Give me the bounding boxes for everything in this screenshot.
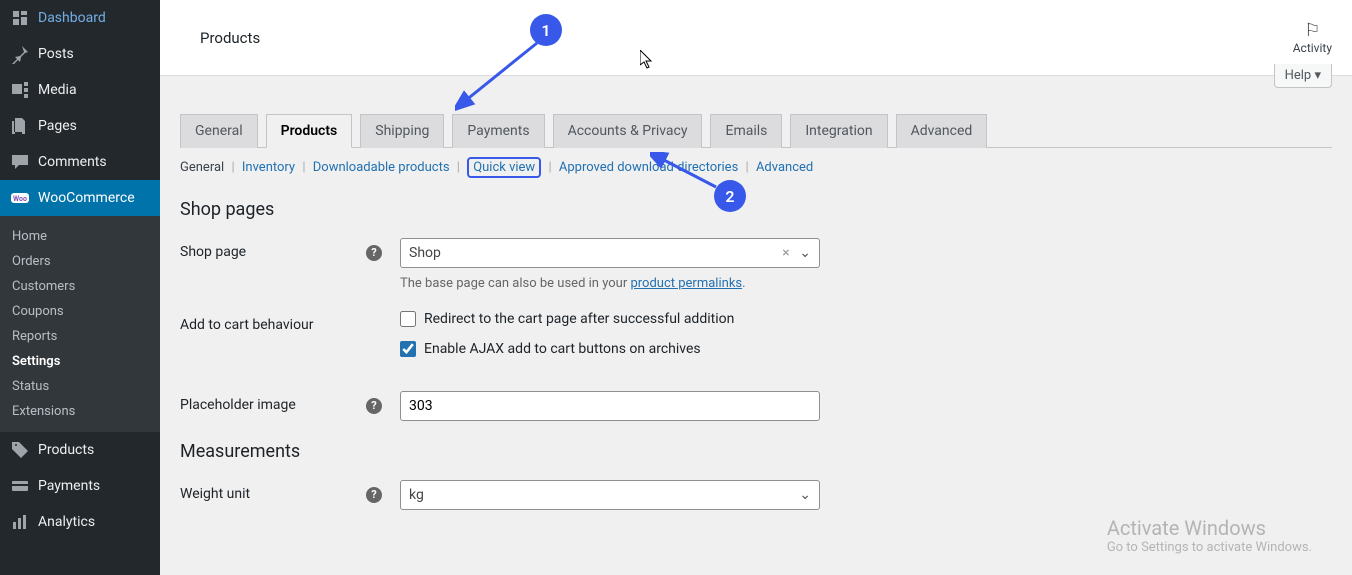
sidebar-sub-reports[interactable]: Reports: [0, 324, 160, 349]
pages-icon: [10, 116, 30, 136]
select-value: kg: [409, 487, 424, 503]
page-title: Products: [200, 29, 260, 47]
tab-products[interactable]: Products: [266, 114, 353, 148]
tab-advanced[interactable]: Advanced: [896, 114, 988, 148]
permalinks-link[interactable]: product permalinks: [630, 276, 742, 291]
chevron-down-icon: ⌄: [799, 487, 811, 503]
select-value: Shop: [409, 245, 441, 261]
sidebar-sub-settings[interactable]: Settings: [0, 349, 160, 374]
sidebar-item-comments[interactable]: Comments: [0, 144, 160, 180]
sidebar-label: WooCommerce: [38, 190, 135, 206]
caret-down-icon: ▾: [1314, 68, 1321, 83]
topbar: Products ⚐ Activity: [160, 0, 1352, 76]
tab-shipping[interactable]: Shipping: [360, 114, 444, 148]
main-content: Products ⚐ Activity Help ▾ General Produ…: [160, 0, 1352, 575]
sidebar-item-posts[interactable]: Posts: [0, 36, 160, 72]
activity-label: Activity: [1293, 41, 1332, 55]
sidebar-label: Dashboard: [38, 10, 106, 26]
sidebar-sub-extensions[interactable]: Extensions: [0, 399, 160, 424]
checkbox-ajax-label[interactable]: Enable AJAX add to cart buttons on archi…: [424, 341, 701, 357]
sidebar-label: Payments: [38, 478, 100, 494]
woo-icon: Woo: [10, 188, 30, 208]
settings-subnav: General | Inventory | Downloadable produ…: [180, 148, 1332, 187]
tab-payments[interactable]: Payments: [452, 114, 544, 148]
help-button[interactable]: Help ▾: [1274, 64, 1332, 88]
admin-sidebar: Dashboard Posts Media Pages Comments Woo…: [0, 0, 160, 575]
help-tip-icon[interactable]: ?: [366, 487, 382, 503]
analytics-icon: [10, 512, 30, 532]
svg-text:Woo: Woo: [13, 195, 27, 203]
sidebar-item-dashboard[interactable]: Dashboard: [0, 0, 160, 36]
section-measurements: Measurements: [180, 441, 1332, 462]
products-icon: [10, 440, 30, 460]
pin-icon: [10, 44, 30, 64]
subnav-advanced[interactable]: Advanced: [756, 160, 813, 175]
flag-icon: ⚐: [1293, 20, 1332, 41]
chevron-down-icon: ⌄: [799, 245, 811, 261]
label-placeholder: Placeholder image ?: [180, 391, 400, 413]
placeholder-image-input[interactable]: [400, 391, 820, 421]
help-tip-icon[interactable]: ?: [366, 398, 382, 414]
clear-icon[interactable]: ×: [782, 245, 789, 261]
subnav-downloadable[interactable]: Downloadable products: [313, 160, 450, 175]
weight-unit-select[interactable]: kg ⌄: [400, 480, 820, 510]
help-tip-icon[interactable]: ?: [366, 245, 382, 261]
sidebar-item-pages[interactable]: Pages: [0, 108, 160, 144]
sidebar-label: Media: [38, 82, 77, 98]
subnav-approved[interactable]: Approved download directories: [559, 160, 738, 175]
tab-integration[interactable]: Integration: [790, 114, 887, 148]
windows-activation-watermark: Activate Windows Go to Settings to activ…: [1107, 516, 1312, 555]
payments-icon: [10, 476, 30, 496]
settings-tabs: General Products Shipping Payments Accou…: [180, 114, 1332, 148]
help-label: Help: [1285, 68, 1312, 83]
activity-button[interactable]: ⚐ Activity: [1293, 20, 1332, 55]
sidebar-sub-home[interactable]: Home: [0, 224, 160, 249]
checkbox-ajax[interactable]: [400, 341, 416, 357]
sidebar-sub-orders[interactable]: Orders: [0, 249, 160, 274]
label-add-to-cart: Add to cart behaviour: [180, 311, 400, 333]
shop-page-desc: The base page can also be used in your p…: [400, 276, 820, 291]
subnav-general[interactable]: General: [180, 160, 224, 175]
sidebar-sub-customers[interactable]: Customers: [0, 274, 160, 299]
sidebar-label: Products: [38, 442, 94, 458]
tab-emails[interactable]: Emails: [710, 114, 782, 148]
sidebar-sub-coupons[interactable]: Coupons: [0, 299, 160, 324]
subnav-quickview[interactable]: Quick view: [467, 157, 541, 178]
sidebar-item-products[interactable]: Products: [0, 432, 160, 468]
checkbox-redirect[interactable]: [400, 311, 416, 327]
sidebar-item-woocommerce[interactable]: Woo WooCommerce: [0, 180, 160, 216]
dashboard-icon: [10, 8, 30, 28]
sidebar-item-analytics[interactable]: Analytics: [0, 504, 160, 540]
tab-general[interactable]: General: [180, 114, 258, 148]
sidebar-item-payments[interactable]: Payments: [0, 468, 160, 504]
sidebar-label: Analytics: [38, 514, 95, 530]
shop-page-select[interactable]: Shop × ⌄: [400, 238, 820, 268]
sidebar-item-media[interactable]: Media: [0, 72, 160, 108]
sidebar-submenu: Home Orders Customers Coupons Reports Se…: [0, 216, 160, 432]
subnav-inventory[interactable]: Inventory: [242, 160, 295, 175]
sidebar-sub-status[interactable]: Status: [0, 374, 160, 399]
label-shop-page: Shop page ?: [180, 238, 400, 260]
sidebar-label: Comments: [38, 154, 107, 170]
annotation-1: 1: [530, 14, 562, 46]
sidebar-label: Posts: [38, 46, 74, 62]
checkbox-redirect-label[interactable]: Redirect to the cart page after successf…: [424, 311, 734, 327]
label-weight-unit: Weight unit ?: [180, 480, 400, 502]
section-shop-pages: Shop pages: [180, 199, 1332, 220]
comments-icon: [10, 152, 30, 172]
media-icon: [10, 80, 30, 100]
tab-accounts[interactable]: Accounts & Privacy: [553, 114, 703, 148]
annotation-2: 2: [714, 180, 746, 212]
sidebar-label: Pages: [38, 118, 77, 134]
